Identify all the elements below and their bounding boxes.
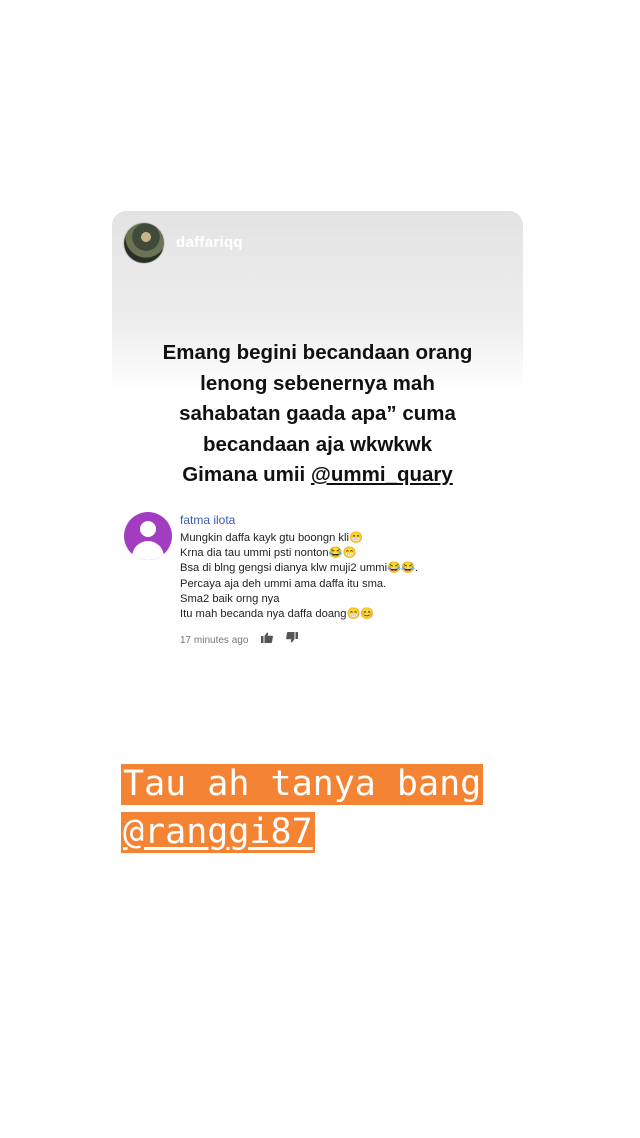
caption-prefix: Gimana umii xyxy=(182,463,311,486)
post-author-username[interactable]: daffariqq xyxy=(176,234,243,251)
story-mention-text[interactable]: @ranggi87 xyxy=(123,812,313,852)
caption-line: sahabatan gaada apa” cuma xyxy=(179,402,456,425)
caption-line-last: Gimana umii @ummi_quary xyxy=(112,460,523,491)
caption-mention-link[interactable]: @ummi_quary xyxy=(311,463,453,486)
commenter-name: fatma ilota xyxy=(180,513,236,527)
comment-text: Mungkin daffa kayk gtu boongn kli😁 Krna … xyxy=(180,532,419,621)
caption-line: lenong sebenernya mah xyxy=(200,371,435,395)
caption-line: Emang begini becandaan orang xyxy=(162,341,473,364)
comment-time: 17 minutes ago xyxy=(180,635,249,646)
caption-line: becandaan aja wkwkwk xyxy=(202,432,433,456)
thumbs-down-icon xyxy=(286,632,298,646)
shared-post-card[interactable]: daffariqq Emang begini becandaan orang l… xyxy=(112,211,523,501)
story-mention-sticker[interactable]: @ranggi87 xyxy=(121,812,315,853)
post-caption: Emang begini becandaan orang lenong sebe… xyxy=(112,338,523,491)
comment-meta: 17 minutes ago xyxy=(180,632,298,646)
post-author-avatar[interactable] xyxy=(124,223,164,263)
story-text-line-1: Tau ah tanya bang xyxy=(121,764,484,805)
commenter-avatar xyxy=(124,512,172,560)
thumbs-up-icon xyxy=(261,632,274,646)
